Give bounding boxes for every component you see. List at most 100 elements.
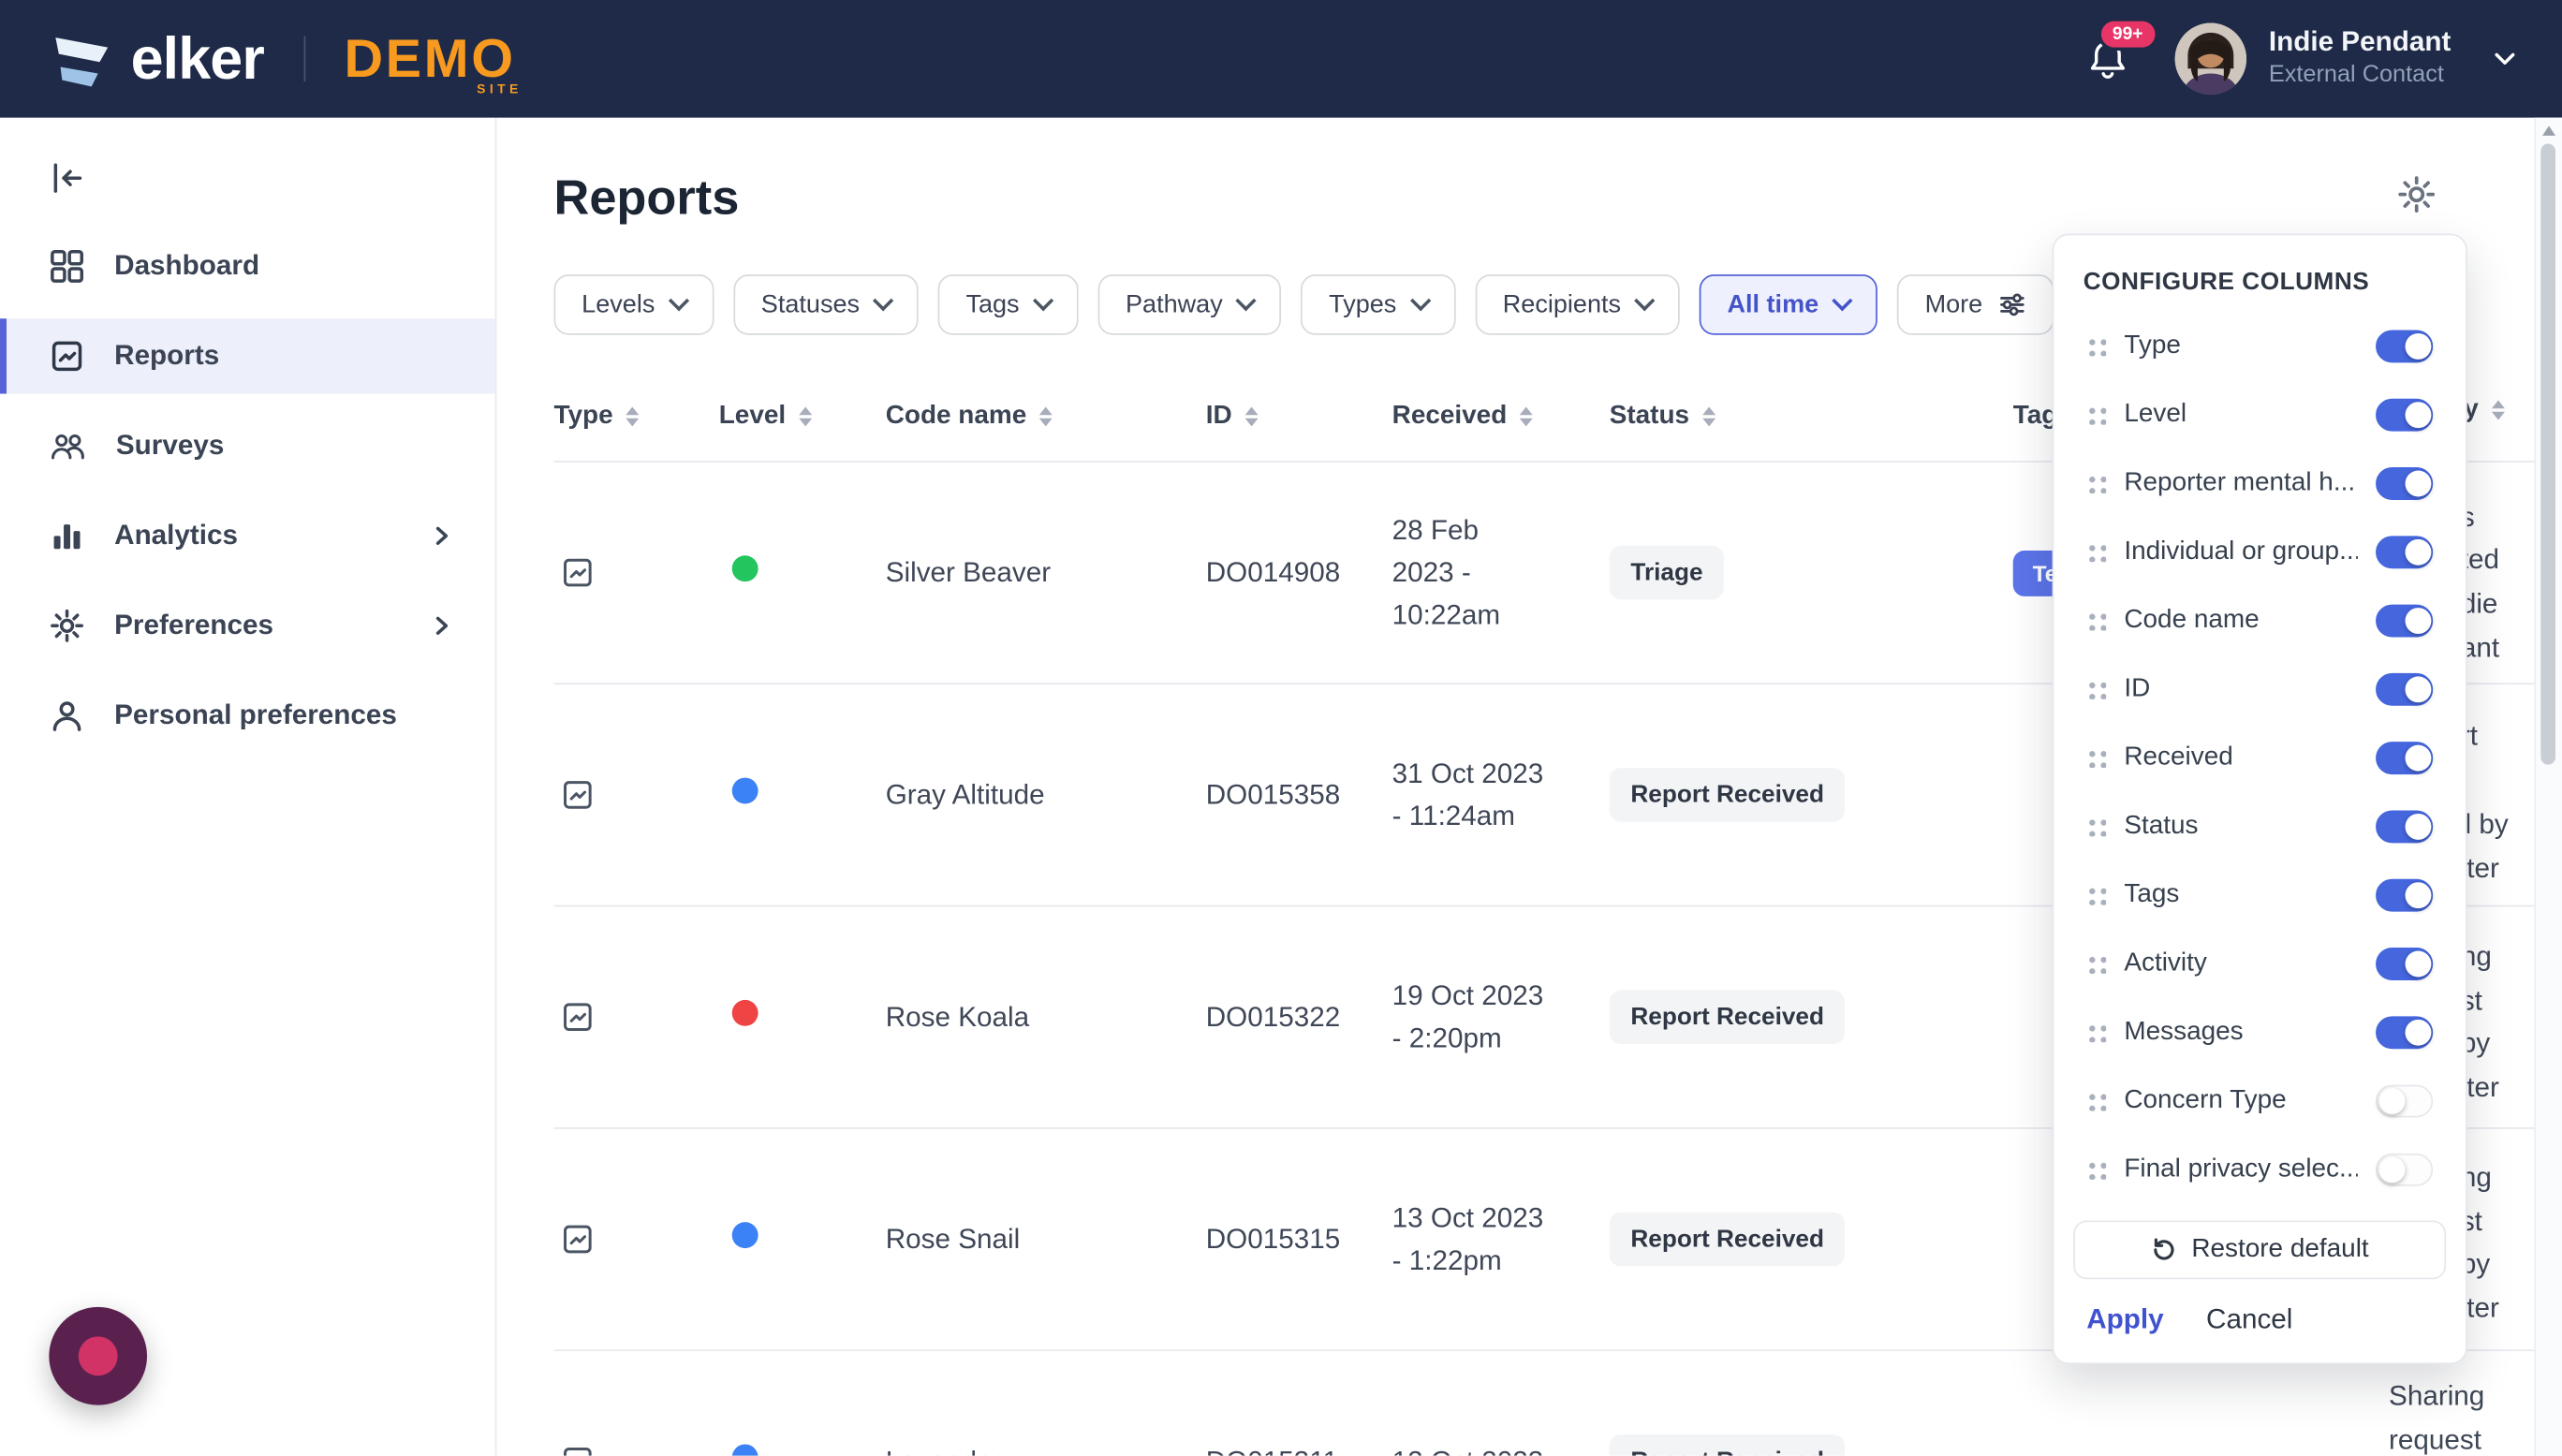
column-header-label: Type <box>554 401 613 430</box>
sidebar-item-analytics[interactable]: Analytics <box>0 498 495 573</box>
filter-button[interactable]: All time <box>1700 274 1877 335</box>
column-config-row: Tags <box>2073 861 2446 930</box>
toggle-switch[interactable] <box>2376 948 2433 980</box>
topbar-divider <box>303 36 305 81</box>
filter-button[interactable]: Levels <box>554 274 714 335</box>
restore-default-button[interactable]: Restore default <box>2073 1220 2446 1279</box>
toggle-switch[interactable] <box>2376 742 2433 774</box>
column-header[interactable]: Code name <box>886 401 1206 430</box>
avatar[interactable] <box>2174 22 2246 95</box>
gear-icon <box>49 608 84 643</box>
drag-handle-icon[interactable] <box>2086 816 2106 836</box>
drag-handle-icon[interactable] <box>2086 748 2106 768</box>
drag-handle-icon[interactable] <box>2086 336 2106 356</box>
drag-handle-icon[interactable] <box>2086 1160 2106 1180</box>
elker-logo-icon <box>49 26 114 92</box>
sidebar-item-preferences[interactable]: Preferences <box>0 588 495 663</box>
status-badge: Triage <box>1610 546 1724 600</box>
drag-handle-icon[interactable] <box>2086 1092 2106 1111</box>
user-info[interactable]: Indie Pendant External Contact <box>2269 24 2452 93</box>
column-header[interactable]: Received <box>1392 401 1610 430</box>
status-cell: Report Received <box>1610 990 2013 1044</box>
column-config-row: Level <box>2073 381 2446 449</box>
sort-icon <box>1245 406 1259 426</box>
column-config-label: ID <box>2124 675 2358 704</box>
filter-button[interactable]: Pathway <box>1097 274 1281 335</box>
toggle-switch[interactable] <box>2376 536 2433 568</box>
sort-icon <box>1702 406 1715 426</box>
chat-fab-button[interactable] <box>49 1307 147 1405</box>
drag-handle-icon[interactable] <box>2086 474 2106 493</box>
column-header[interactable]: Level <box>719 401 886 430</box>
toggle-switch[interactable] <box>2376 399 2433 432</box>
toggle-knob <box>2405 814 2431 840</box>
scrollbar-thumb[interactable] <box>2540 144 2555 765</box>
column-config-row: Type <box>2073 312 2446 380</box>
toggle-switch[interactable] <box>2376 605 2433 638</box>
column-header[interactable]: Type <box>554 401 719 430</box>
received-cell: 19 Oct 2023 - 2:20pm <box>1392 975 1610 1060</box>
toggle-switch[interactable] <box>2376 1154 2433 1186</box>
filter-button[interactable]: Types <box>1302 274 1456 335</box>
user-menu-chevron-down-icon[interactable] <box>2490 44 2519 73</box>
code-name-cell: Gray Altitude <box>886 778 1206 811</box>
drag-handle-icon[interactable] <box>2086 1022 2106 1042</box>
filter-button[interactable]: Tags <box>938 274 1079 335</box>
table-row[interactable]: Lavender DO015311 12 Oct 2023 Report Rec… <box>554 1351 2562 1456</box>
chevron-down-icon <box>1832 289 1852 310</box>
app-window: elker DEMO SITE 99+ <box>0 0 2562 1456</box>
filter-button[interactable]: Recipients <box>1475 274 1680 335</box>
filter-label: Levels <box>582 290 655 319</box>
apply-button[interactable]: Apply <box>2086 1303 2163 1336</box>
scrollbar-track[interactable] <box>2534 118 2562 1456</box>
toggle-switch[interactable] <box>2376 1085 2433 1118</box>
drag-handle-icon[interactable] <box>2086 611 2106 631</box>
status-cell: Triage <box>1610 546 2013 600</box>
status-cell: Report Received <box>1610 768 2013 822</box>
drag-handle-icon[interactable] <box>2086 954 2106 974</box>
toggle-switch[interactable] <box>2376 467 2433 500</box>
configure-columns-button[interactable] <box>2395 173 2437 215</box>
brand[interactable]: elker <box>49 24 264 93</box>
chevron-down-icon <box>1634 289 1655 310</box>
status-badge: Report Received <box>1610 768 1846 822</box>
id-cell: DO014908 <box>1206 556 1392 589</box>
status-cell: Report Received <box>1610 1434 2013 1456</box>
level-cell <box>719 1222 886 1257</box>
dashboard-grid-icon <box>49 248 84 284</box>
sidebar-item-surveys[interactable]: Surveys <box>0 408 495 483</box>
topbar: elker DEMO SITE 99+ <box>0 0 2562 118</box>
filter-button[interactable]: Statuses <box>733 274 919 335</box>
column-config-row: Reporter mental h... <box>2073 449 2446 518</box>
column-header[interactable]: Status <box>1610 401 2013 430</box>
id-cell: DO015322 <box>1206 1001 1392 1034</box>
notifications-button[interactable]: 99+ <box>2085 37 2128 81</box>
column-header[interactable]: ID <box>1206 401 1392 430</box>
column-config-label: Individual or group... <box>2124 537 2358 566</box>
drag-handle-icon[interactable] <box>2086 680 2106 699</box>
drag-handle-icon[interactable] <box>2086 886 2106 905</box>
cancel-button[interactable]: Cancel <box>2206 1303 2292 1336</box>
report-icon <box>49 338 84 374</box>
level-dot <box>732 778 758 804</box>
level-dot <box>732 555 758 581</box>
sidebar-item-personal-preferences[interactable]: Personal preferences <box>0 678 495 753</box>
restore-icon <box>2151 1237 2177 1263</box>
toggle-knob <box>2405 676 2431 702</box>
toggle-switch[interactable] <box>2376 673 2433 706</box>
column-config-label: Messages <box>2124 1018 2358 1047</box>
sidebar-item-label: Personal preferences <box>114 699 397 732</box>
toggle-switch[interactable] <box>2376 810 2433 843</box>
collapse-sidebar-button[interactable] <box>49 160 84 196</box>
drag-handle-icon[interactable] <box>2086 405 2106 425</box>
chevron-down-icon <box>1033 289 1053 310</box>
chevron-right-icon <box>430 614 452 637</box>
toggle-switch[interactable] <box>2376 1016 2433 1049</box>
toggle-switch[interactable] <box>2376 330 2433 362</box>
sidebar-item-reports[interactable]: Reports <box>0 318 495 393</box>
filter-button[interactable]: More <box>1897 274 2054 335</box>
brand-name: elker <box>131 24 264 93</box>
drag-handle-icon[interactable] <box>2086 542 2106 562</box>
sidebar-item-dashboard[interactable]: Dashboard <box>0 228 495 303</box>
toggle-switch[interactable] <box>2376 879 2433 912</box>
